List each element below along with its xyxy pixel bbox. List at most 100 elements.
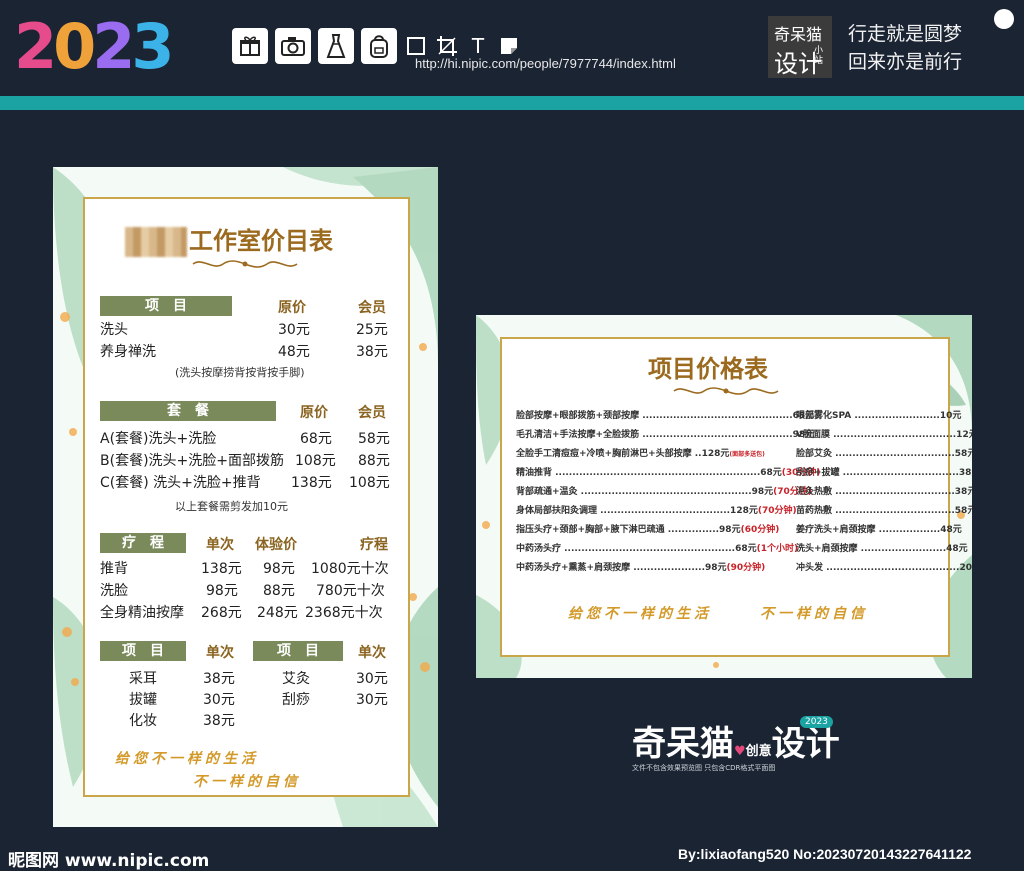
col-single: 单次 — [206, 645, 234, 661]
row-member: 88元 — [358, 453, 390, 469]
service-item: 脸部艾灸 ...................................… — [796, 449, 972, 459]
service-item: 眼部雾化SPA .........................10元 — [796, 411, 962, 421]
brand-line3: 小站 — [814, 46, 824, 66]
section-label-packages: 套 餐 — [100, 401, 276, 421]
motto-line1: 给您不一样的生活 — [568, 606, 712, 622]
service-item: 中药汤头疗 ..................................… — [516, 541, 798, 554]
service-item: 背部疏通+温灸 ................................… — [516, 484, 812, 497]
brand-text-c: 设计 — [771, 724, 840, 764]
price-table-title: 项目价格表 — [648, 355, 768, 383]
service-item: 刮痧+拔罐 ..................................… — [796, 468, 972, 478]
service-item-text: 指压头疗+颈部+胸部+腋下淋巴疏通 ...............98元 — [516, 525, 741, 535]
brand-small: 创意 — [745, 744, 772, 759]
service-item-duration: (面部多送包) — [729, 451, 765, 458]
service-item-duration: (90分钟) — [726, 563, 766, 573]
row-member: 108元 — [349, 475, 390, 491]
section-label-courses: 疗 程 — [100, 533, 186, 553]
brand-badge: 奇呆猫 设计 小站 — [768, 16, 832, 78]
year-logo-digit: 0 — [53, 10, 96, 83]
row-name: 拔罐 — [129, 692, 157, 708]
motto-line2: 不一样的自信 — [193, 774, 301, 790]
row-name: 艾灸 — [282, 671, 310, 687]
col-single: 单次 — [206, 537, 234, 553]
top-banner: 2023 T http://hi.nipic.com/people/797774… — [0, 0, 1024, 96]
slogan: 行走就是圆梦 回来亦是前行 — [848, 20, 962, 76]
service-item-text: 背部疏通+温灸 ................................… — [516, 487, 774, 497]
row-trial: 98元 — [263, 561, 295, 577]
row-name: 养身禅洗 — [100, 344, 156, 360]
section-label-items: 项 目 — [100, 296, 232, 316]
row-price: 30元 — [278, 322, 310, 338]
section-label-items: 项 目 — [100, 641, 186, 661]
row-name: 刮痧 — [282, 692, 310, 708]
row-course: 2368元十次 — [305, 605, 383, 621]
service-item: 中药汤头疗+熏蒸+肩颈按摩 .....................98元(9… — [516, 560, 765, 573]
service-item-text: 中药汤头疗+熏蒸+肩颈按摩 .....................98元 — [516, 563, 727, 573]
teal-divider — [0, 96, 1024, 110]
service-item-text: 中药汤头疗 ..................................… — [516, 544, 757, 554]
section-note: (洗头按摩捞背按背按手脚) — [175, 366, 305, 379]
site-watermark[interactable]: 昵图网 www.nipic.com — [8, 846, 209, 871]
row-name: 全身精油按摩 — [100, 605, 184, 621]
camera-icon[interactable] — [275, 28, 311, 64]
square-icon[interactable] — [404, 34, 428, 58]
year-logo-digit: 2 — [14, 10, 57, 83]
row-single: 98元 — [206, 583, 238, 599]
row-member: 25元 — [356, 322, 388, 338]
service-item: 苗药热敷 ...................................… — [796, 506, 972, 516]
row-name: 洗头 — [100, 322, 128, 338]
ornament-divider — [192, 260, 298, 268]
year-logo-digit: 3 — [131, 10, 174, 83]
service-item-duration: (1个小时) — [756, 544, 799, 554]
motto-line1: 给您不一样的生活 — [115, 751, 259, 767]
author-url[interactable]: http://hi.nipic.com/people/7977744/index… — [415, 56, 676, 71]
layer-icon[interactable] — [497, 34, 521, 58]
row-price: 68元 — [300, 431, 332, 447]
brand-text-a: 奇 — [632, 724, 666, 764]
studio-title-text: 工作室价目表 — [189, 227, 333, 255]
service-item-text: 精油推背 ...................................… — [516, 468, 782, 478]
service-item: V脸面膜 ...................................… — [796, 430, 972, 440]
row-name: 推背 — [100, 561, 128, 577]
row-course: 1080元十次 — [311, 561, 389, 577]
service-item: 身体局部扶阳灸调理 ..............................… — [516, 503, 797, 516]
backpack-icon[interactable] — [361, 28, 397, 64]
brand-year-badge: 2023 — [800, 716, 833, 728]
circle-button[interactable] — [994, 9, 1014, 29]
service-item: 脸部按摩+眼部拨筋+颈部按摩 .........................… — [516, 408, 814, 421]
col-member-price: 会员 — [358, 300, 386, 316]
row-price: 48元 — [278, 344, 310, 360]
motto-line2: 不一样的自信 — [760, 606, 868, 622]
service-item-text: 身体局部扶阳灸调理 ..............................… — [516, 506, 758, 516]
blurred-logo — [125, 227, 187, 257]
studio-title: 工作室价目表 — [125, 221, 333, 257]
row-price: 30元 — [356, 671, 388, 687]
image-id: By:lixiaofang520 No:20230720143227641122 — [678, 846, 972, 862]
text-icon[interactable]: T — [466, 34, 490, 58]
row-price: 30元 — [203, 692, 235, 708]
row-single: 138元 — [201, 561, 242, 577]
row-name: 洗脸 — [100, 583, 128, 599]
price-list-card-right: 项目价格表 脸部按摩+眼部拨筋+颈部按摩 ...................… — [476, 315, 972, 678]
crop-icon[interactable] — [435, 34, 459, 58]
row-price: 30元 — [356, 692, 388, 708]
col-member-price: 会员 — [358, 405, 386, 421]
row-name: A(套餐)洗头+洗脸 — [100, 431, 217, 447]
col-original-price: 原价 — [278, 300, 306, 316]
brand-text-b: 呆猫 — [666, 724, 734, 764]
row-single: 268元 — [201, 605, 242, 621]
slogan-line1: 行走就是圆梦 — [848, 23, 963, 45]
row-name: 化妆 — [129, 713, 157, 729]
row-price: 108元 — [295, 453, 336, 469]
service-item-duration: (70分钟) — [757, 506, 797, 516]
heart-icon: ♥ — [734, 744, 746, 759]
section-note: 以上套餐需剪发加10元 — [175, 500, 288, 513]
row-course: 780元十次 — [316, 583, 385, 599]
service-item: 泥灸热敷 ...................................… — [796, 487, 972, 497]
gift-icon[interactable] — [232, 28, 268, 64]
service-item-text: 全脸手工清痘痘+冷喷+胸前淋巴+头部按摩 ..128元 — [516, 449, 730, 459]
year-logo: 2023 — [14, 10, 175, 83]
row-member: 58元 — [358, 431, 390, 447]
service-item: 洗头+肩颈按摩 .........................48元 — [796, 544, 968, 554]
dress-icon[interactable] — [318, 28, 354, 64]
